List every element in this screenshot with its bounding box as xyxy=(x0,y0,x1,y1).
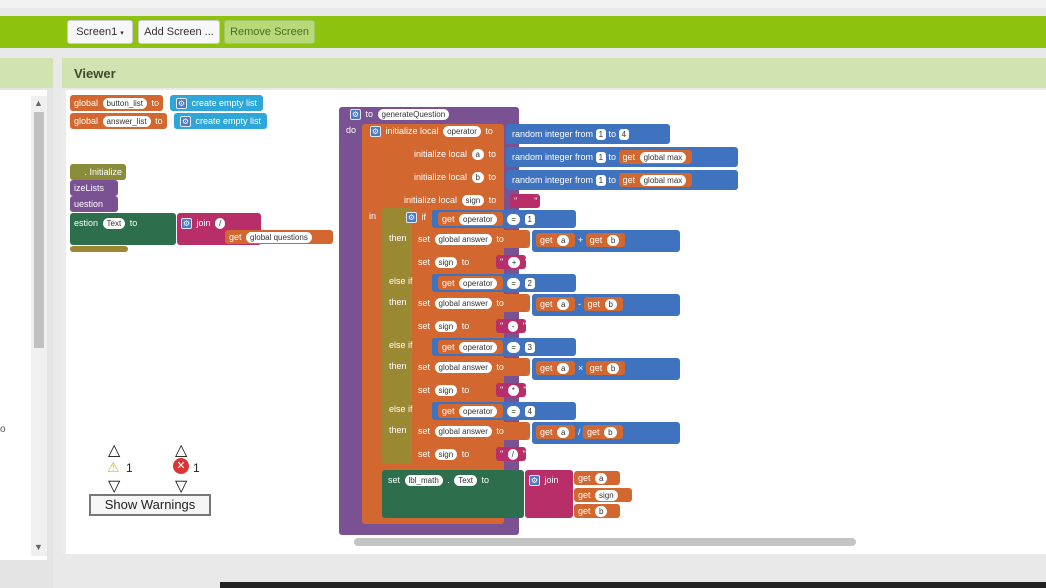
set-global-answer-block[interactable]: set global answer to xyxy=(414,230,530,248)
sign-string-block[interactable]: " + " xyxy=(496,255,528,269)
warning-count: 1 xyxy=(126,461,133,475)
scroll-up-icon[interactable]: ▲ xyxy=(34,98,43,108)
random-integer-block-3[interactable]: random integer from 1 to get global max xyxy=(506,170,738,190)
viewer-title: Viewer xyxy=(74,66,116,81)
join-block-2[interactable]: ⚙ join xyxy=(525,470,573,518)
bottom-bar xyxy=(220,582,1046,588)
set-sign-block[interactable]: set sign to xyxy=(414,254,494,270)
arithmetic-block[interactable]: get a - get b xyxy=(532,294,680,316)
create-empty-list-block-1[interactable]: ⚙ create empty list xyxy=(170,95,264,111)
do-label: do xyxy=(346,125,357,135)
gear-icon: ⚙ xyxy=(406,212,417,223)
scroll-down-icon[interactable]: ▼ xyxy=(34,542,43,552)
then-label[interactable]: then xyxy=(389,297,407,307)
get-global-questions-block[interactable]: get global questions xyxy=(225,230,333,244)
add-screen-button[interactable]: Add Screen ... xyxy=(138,20,220,44)
sign-string-block[interactable]: " / " xyxy=(496,447,526,461)
blocks-workspace[interactable]: global button_list to ⚙ create empty lis… xyxy=(62,90,1046,554)
init-operator-label: ⚙ initialize local operator to xyxy=(370,126,493,137)
global-answer-list-block[interactable]: global answer_list to xyxy=(70,113,167,129)
gear-icon: ⚙ xyxy=(176,98,187,109)
warning-up-arrow-icon[interactable]: △ xyxy=(108,440,120,460)
sidebar-scrollbar[interactable]: ▲ ▼ xyxy=(31,96,47,556)
error-down-arrow-icon[interactable]: ▽ xyxy=(175,476,187,496)
arithmetic-block[interactable]: get a + get b xyxy=(532,230,680,252)
sidebar-text: o xyxy=(0,424,6,435)
gear-icon: ⚙ xyxy=(370,126,381,137)
error-up-arrow-icon[interactable]: △ xyxy=(175,440,187,460)
random-integer-block-2[interactable]: random integer from 1 to get global max xyxy=(506,147,738,167)
error-count: 1 xyxy=(193,461,200,475)
gear-icon: ⚙ xyxy=(529,475,540,486)
then-label[interactable]: then xyxy=(389,425,407,435)
event-block-footer xyxy=(70,246,128,252)
gear-icon: ⚙ xyxy=(181,218,192,229)
then-label[interactable]: then xyxy=(389,233,407,243)
compare-block[interactable]: get operator = 4 xyxy=(432,402,576,420)
init-sign-label: initialize local sign to xyxy=(404,195,497,206)
set-sign-block[interactable]: set sign to xyxy=(414,318,494,334)
toolbar: Screen1 ▾ Add Screen ... Remove Screen xyxy=(0,16,1046,48)
in-label: in xyxy=(369,211,377,221)
sign-string-block[interactable]: " * " xyxy=(496,383,527,397)
sidebar-header xyxy=(0,58,53,88)
procedure-header: ⚙ to generateQuestion xyxy=(350,109,451,120)
call-initialize-lists-block[interactable]: izeLists xyxy=(70,180,118,196)
top-strip xyxy=(0,0,1046,8)
initialize-event-block[interactable]: . Initialize xyxy=(70,164,126,180)
set-question-text-block[interactable]: estion Text to xyxy=(70,213,176,245)
compare-block[interactable]: get operator = 2 xyxy=(432,274,576,292)
remove-screen-button[interactable]: Remove Screen xyxy=(224,20,315,44)
compare-block[interactable]: get operator = 1 xyxy=(432,210,576,228)
warning-down-arrow-icon[interactable]: ▽ xyxy=(108,476,120,496)
set-global-answer-block[interactable]: set global answer to xyxy=(414,358,530,376)
scrollbar-thumb[interactable] xyxy=(34,112,44,348)
init-b-label: initialize local b to xyxy=(414,172,497,183)
then-label[interactable]: then xyxy=(389,361,407,371)
horizontal-scrollbar[interactable] xyxy=(354,538,856,546)
gear-icon: ⚙ xyxy=(350,109,361,120)
branch-keyword[interactable]: else if xyxy=(389,340,413,350)
screen-label: Screen1 xyxy=(76,26,118,38)
get-b-block[interactable]: get b xyxy=(574,504,620,518)
branch-keyword[interactable]: ⚙ if xyxy=(406,212,426,223)
random-integer-block-1[interactable]: random integer from 1 to 4 xyxy=(506,124,670,144)
get-a-block[interactable]: get a xyxy=(574,471,620,485)
set-global-answer-block[interactable]: set global answer to xyxy=(414,422,530,440)
set-global-answer-block[interactable]: set global answer to xyxy=(414,294,530,312)
show-warnings-button[interactable]: Show Warnings xyxy=(89,494,211,516)
dropdown-arrow-icon: ▾ xyxy=(120,30,124,37)
empty-string-block[interactable]: " " xyxy=(510,194,540,208)
init-a-label: initialize local a to xyxy=(414,149,497,160)
branch-keyword[interactable]: else if xyxy=(389,276,413,286)
set-sign-block[interactable]: set sign to xyxy=(414,446,494,462)
get-sign-block[interactable]: get sign xyxy=(574,488,632,502)
arithmetic-block[interactable]: get a / get b xyxy=(532,422,680,444)
sign-string-block[interactable]: " - " xyxy=(496,319,526,333)
warning-icon: ⚠ xyxy=(107,459,120,475)
set-lbl-math-block[interactable]: set lbl_math . Text to xyxy=(382,470,524,518)
branch-keyword[interactable]: else if xyxy=(389,404,413,414)
viewer-header: Viewer xyxy=(62,58,1046,88)
compare-block[interactable]: get operator = 3 xyxy=(432,338,576,356)
create-empty-list-block-2[interactable]: ⚙ create empty list xyxy=(174,113,268,129)
call-question-block[interactable]: uestion xyxy=(70,196,118,212)
global-button-list-block[interactable]: global button_list to xyxy=(70,95,164,111)
gear-icon: ⚙ xyxy=(180,116,191,127)
error-icon: ✕ xyxy=(173,458,189,474)
set-sign-block[interactable]: set sign to xyxy=(414,382,494,398)
screen-dropdown[interactable]: Screen1 ▾ xyxy=(67,20,133,44)
arithmetic-block[interactable]: get a × get b xyxy=(532,358,680,380)
